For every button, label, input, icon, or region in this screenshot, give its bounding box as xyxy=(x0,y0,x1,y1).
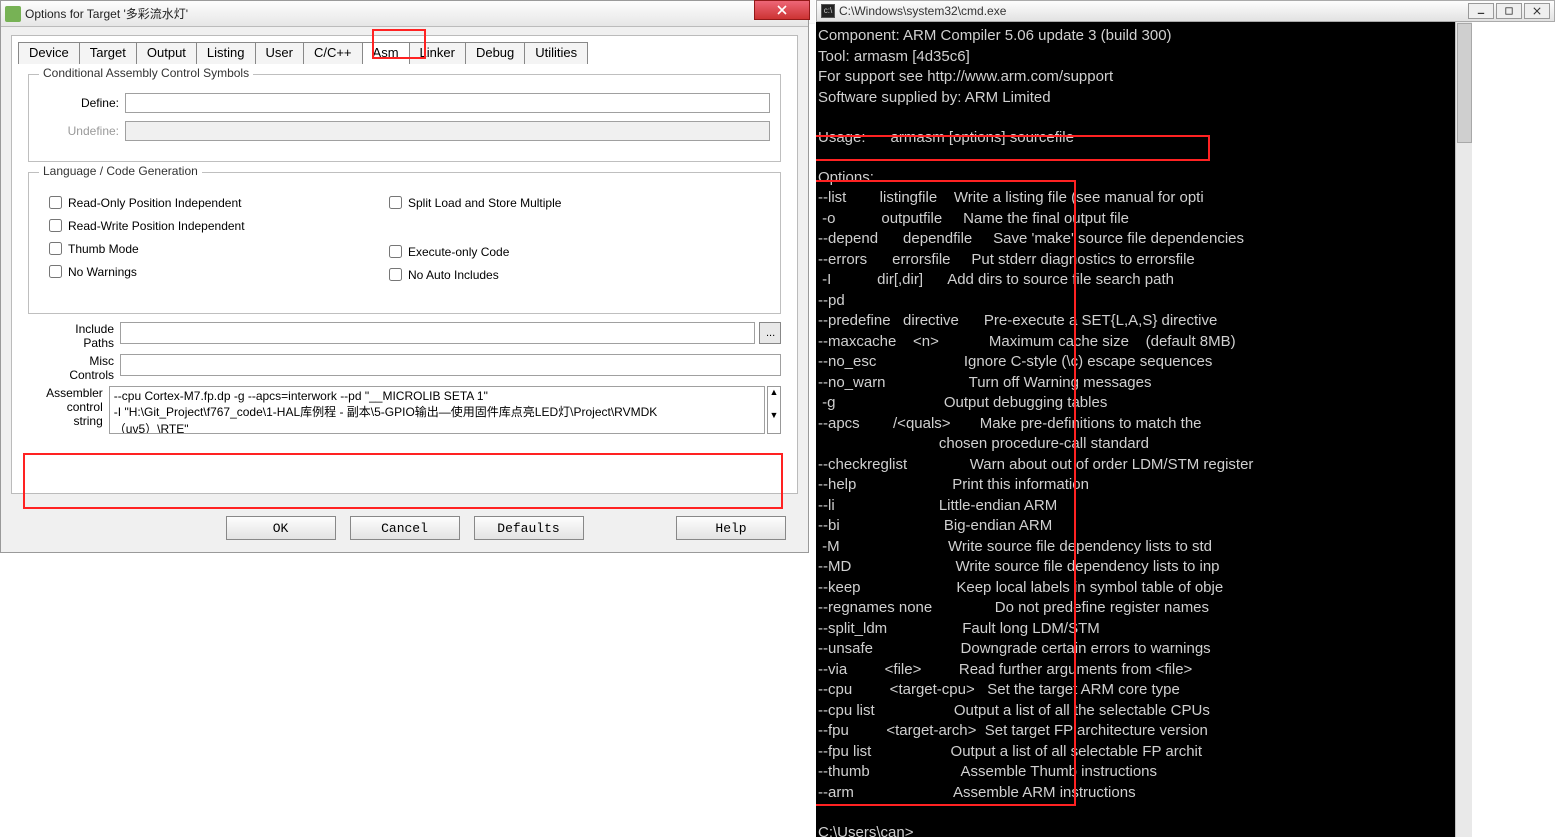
row-include-paths: Include Paths ... xyxy=(28,322,781,350)
help-button[interactable]: Help xyxy=(676,516,786,540)
asm-string-textarea[interactable]: --cpu Cortex-M7.fp.dp -g --apcs=interwor… xyxy=(109,386,765,434)
chk-split[interactable]: Split Load and Store Multiple xyxy=(385,193,561,212)
close-button[interactable] xyxy=(754,0,810,20)
cmd-icon: c:\ xyxy=(821,4,835,18)
cmd-title: C:\Windows\system32\cmd.exe xyxy=(839,4,1468,18)
misc-controls-input[interactable] xyxy=(120,354,781,376)
include-paths-browse-button[interactable]: ... xyxy=(759,322,781,344)
tab-user[interactable]: User xyxy=(255,42,304,64)
dialog-titlebar[interactable]: Options for Target '多彩流水灯' xyxy=(1,1,808,27)
define-input[interactable] xyxy=(125,93,770,113)
row-misc-controls: Misc Controls xyxy=(28,354,781,382)
tab-target[interactable]: Target xyxy=(79,42,137,64)
cmd-header: Component: ARM Compiler 5.06 update 3 (b… xyxy=(818,27,1172,106)
chk-execonly[interactable]: Execute-only Code xyxy=(385,242,561,261)
cmd-options-header: Options: xyxy=(818,169,874,186)
group-langgen: Language / Code Generation Read-Only Pos… xyxy=(28,172,781,314)
tab-asm[interactable]: Asm xyxy=(362,42,410,64)
scroll-down-icon[interactable]: ▼ xyxy=(768,410,780,433)
cmd-scrollbar[interactable] xyxy=(1455,22,1472,837)
cmd-window: c:\ C:\Windows\system32\cmd.exe Componen… xyxy=(816,0,1555,837)
cmd-options-list: --list listingfile Write a listing file … xyxy=(818,189,1253,801)
cmd-prompt: C:\Users\can> xyxy=(818,824,913,837)
include-paths-label: Include Paths xyxy=(28,322,120,350)
row-asm-string: Assembler control string --cpu Cortex-M7… xyxy=(28,386,781,434)
include-paths-input[interactable] xyxy=(120,322,755,344)
chk-nowarn[interactable]: No Warnings xyxy=(45,262,325,281)
undefine-input xyxy=(125,121,770,141)
misc-controls-label: Misc Controls xyxy=(28,354,120,382)
dialog-button-row: OK Cancel Defaults Help xyxy=(1,516,808,540)
dialog-title: Options for Target '多彩流水灯' xyxy=(25,5,804,22)
close-icon xyxy=(777,5,787,15)
cmd-scrollbar-thumb[interactable] xyxy=(1457,23,1472,143)
define-label: Define: xyxy=(39,96,125,110)
minimize-button[interactable] xyxy=(1468,3,1494,19)
group-cond-legend: Conditional Assembly Control Symbols xyxy=(39,66,253,80)
chk-noauto[interactable]: No Auto Includes xyxy=(385,265,561,284)
cmd-usage: Usage: armasm [options] sourcefile xyxy=(818,129,1074,146)
tab-output[interactable]: Output xyxy=(136,42,197,64)
undefine-label: Undefine: xyxy=(39,124,125,138)
tab-listing[interactable]: Listing xyxy=(196,42,256,64)
dialog-body: Device Target Output Listing User C/C++ … xyxy=(11,35,798,494)
tab-strip: Device Target Output Listing User C/C++ … xyxy=(18,42,791,64)
tab-device[interactable]: Device xyxy=(18,42,80,64)
tab-utilities[interactable]: Utilities xyxy=(524,42,588,64)
maximize-button[interactable] xyxy=(1496,3,1522,19)
chk-thumb[interactable]: Thumb Mode xyxy=(45,239,325,258)
scroll-up-icon[interactable]: ▲ xyxy=(768,387,780,410)
terminal-output[interactable]: Component: ARM Compiler 5.06 update 3 (b… xyxy=(816,22,1455,837)
chk-rwpi[interactable]: Read-Write Position Independent xyxy=(45,216,325,235)
group-langgen-legend: Language / Code Generation xyxy=(39,164,202,178)
cmd-titlebar[interactable]: c:\ C:\Windows\system32\cmd.exe xyxy=(816,0,1555,22)
tab-cpp[interactable]: C/C++ xyxy=(303,42,363,64)
cancel-button[interactable]: Cancel xyxy=(350,516,460,540)
tab-debug[interactable]: Debug xyxy=(465,42,525,64)
defaults-button[interactable]: Defaults xyxy=(474,516,584,540)
asm-string-label: Assembler control string xyxy=(28,386,109,434)
asm-panel: Conditional Assembly Control Symbols Def… xyxy=(18,64,791,493)
chk-ropi[interactable]: Read-Only Position Independent xyxy=(45,193,325,212)
ok-button[interactable]: OK xyxy=(226,516,336,540)
close-button-cmd[interactable] xyxy=(1524,3,1550,19)
tab-linker[interactable]: Linker xyxy=(409,42,466,64)
group-cond-symbols: Conditional Assembly Control Symbols Def… xyxy=(28,74,781,162)
app-icon xyxy=(5,6,21,22)
options-dialog: Options for Target '多彩流水灯' Device Target… xyxy=(0,0,809,553)
